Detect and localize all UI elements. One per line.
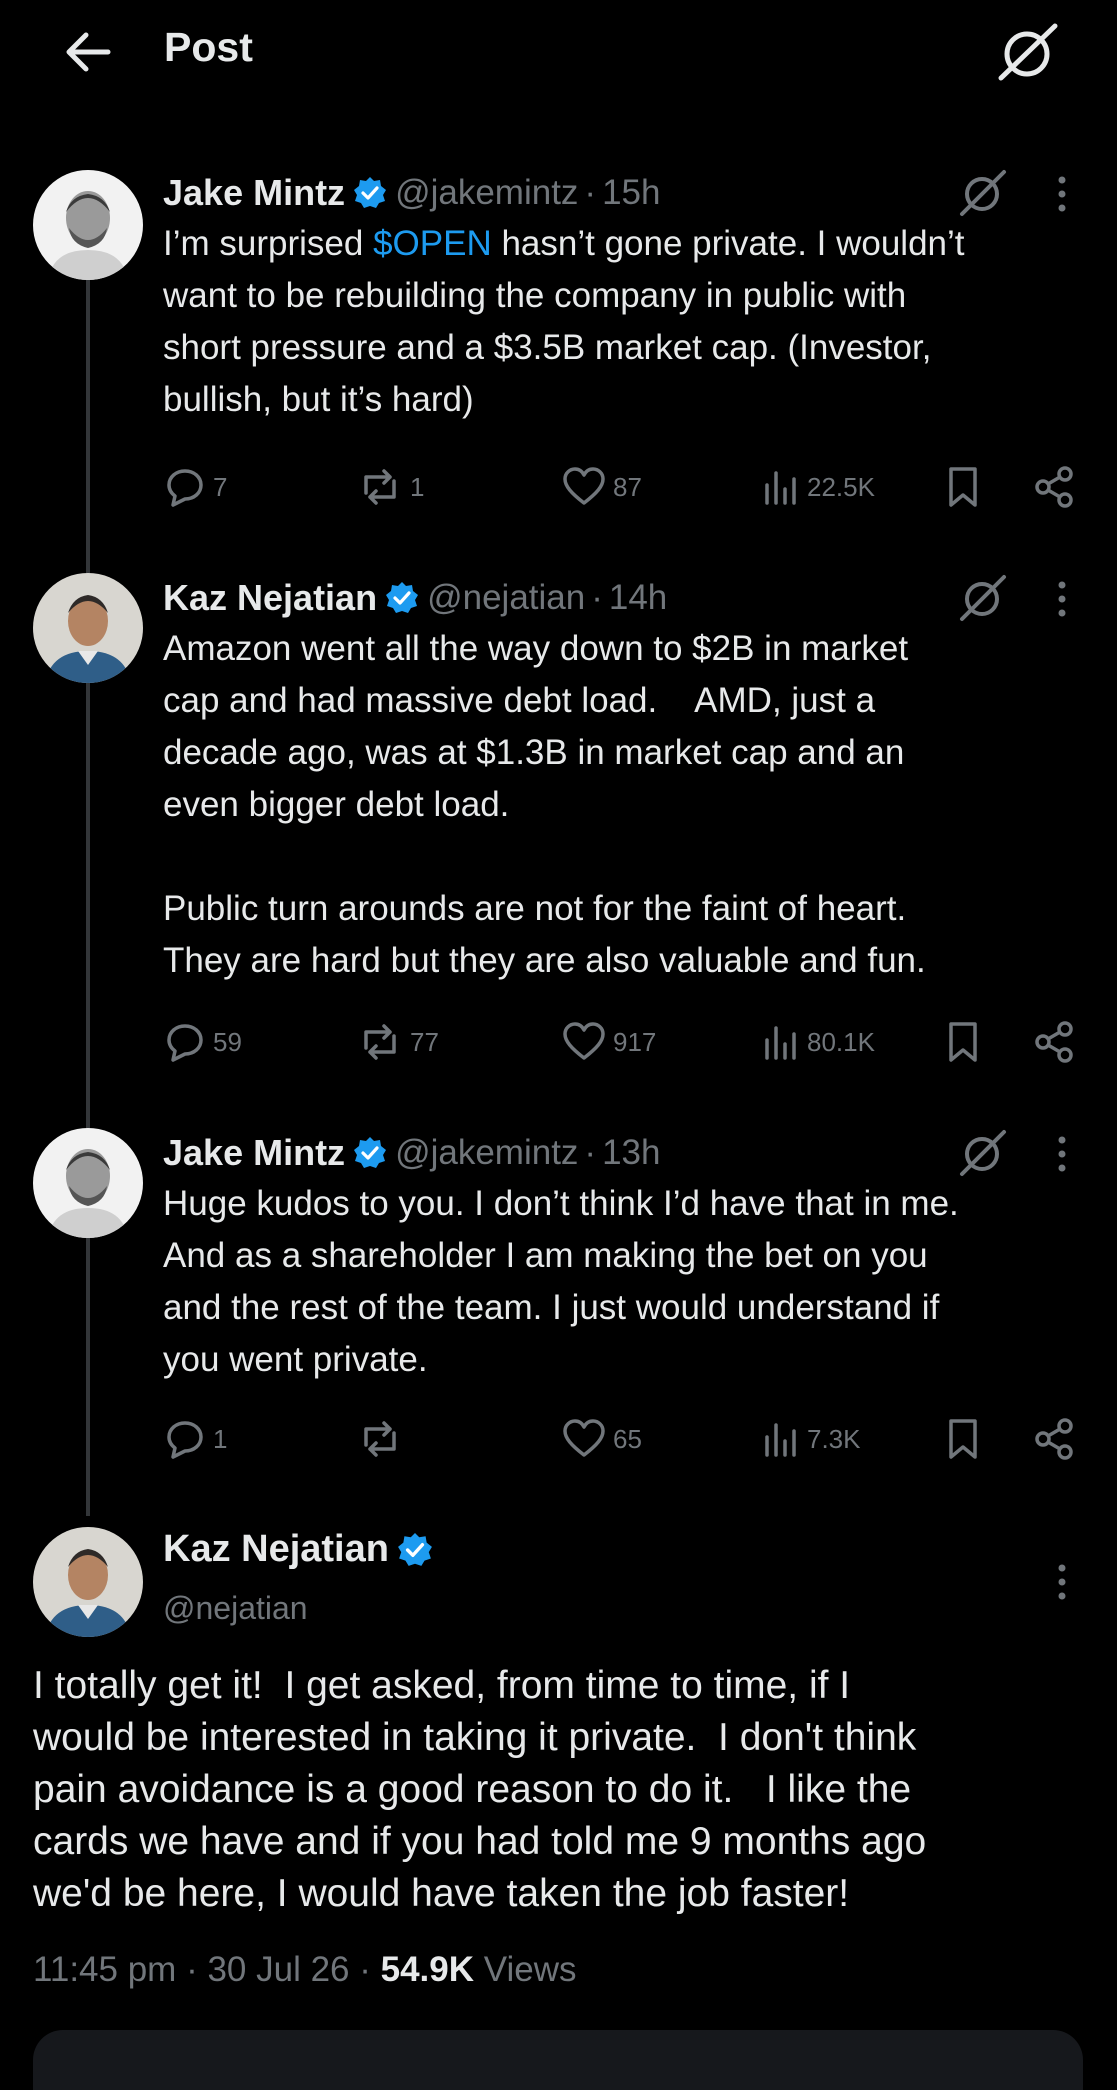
views-count: 80.1K — [807, 1026, 875, 1057]
repost-icon — [364, 469, 396, 505]
heart-icon — [563, 1022, 605, 1060]
reply-count: 59 — [213, 1026, 242, 1057]
views-count: 54.9K — [380, 1950, 475, 1989]
cashtag-link[interactable]: $OPEN — [373, 224, 492, 263]
post-actions: 59 77 917 80.1K — [163, 1017, 1083, 1067]
repost-icon — [364, 1421, 396, 1457]
author-handle[interactable]: @nejatian — [427, 578, 585, 618]
grok-icon[interactable] — [958, 573, 1008, 623]
share-icon — [1035, 466, 1073, 508]
share-button[interactable] — [1033, 462, 1077, 512]
avatar[interactable] — [33, 1527, 143, 1637]
bookmark-button[interactable] — [943, 1017, 983, 1067]
author-name[interactable]: Jake Mintz — [163, 172, 345, 214]
more-options-icon[interactable] — [1050, 1560, 1074, 1604]
views-button[interactable]: 7.3K — [761, 1414, 861, 1464]
like-button[interactable]: 65 — [561, 1414, 642, 1464]
post-actions: 1 65 7.3K — [163, 1414, 1083, 1464]
heart-icon — [563, 467, 605, 505]
repost-button[interactable]: 77 — [356, 1017, 439, 1067]
post-time[interactable]: 15h — [602, 173, 660, 213]
like-count: 917 — [613, 1026, 657, 1057]
share-button[interactable] — [1033, 1414, 1077, 1464]
bookmark-icon — [949, 1419, 977, 1459]
post-time: 11:45 pm — [33, 1950, 177, 1989]
verified-badge-icon — [398, 1532, 432, 1566]
views-count: 7.3K — [807, 1423, 861, 1454]
views-label: Views — [483, 1950, 577, 1989]
reply-button[interactable]: 1 — [163, 1414, 227, 1464]
views-icon — [765, 1423, 796, 1457]
grok-icon[interactable] — [958, 168, 1008, 218]
reply-post[interactable]: Jake Mintz @jakemintz · 15h I’m surprise… — [0, 168, 1117, 518]
reply-icon — [167, 1421, 203, 1459]
post-meta: 11:45 pm · 30 Jul 26 · 54.9K Views — [33, 1950, 577, 1989]
bookmark-button[interactable] — [943, 462, 983, 512]
post-text: Huge kudos to you. I don’t think I’d hav… — [163, 1184, 959, 1379]
like-button[interactable]: 917 — [561, 1017, 656, 1067]
author-handle[interactable]: @nejatian — [163, 1590, 308, 1627]
reply-composer-bar[interactable] — [33, 2030, 1083, 2090]
grok-icon[interactable] — [958, 1128, 1008, 1178]
top-bar: Post — [0, 0, 1117, 110]
reply-post[interactable]: Kaz Nejatian @nejatian · 14h Amazon went… — [0, 573, 1117, 1073]
page-title: Post — [164, 24, 253, 70]
reply-post[interactable]: Jake Mintz @jakemintz · 13h Huge kudos t… — [0, 1128, 1117, 1468]
post-actions: 7 1 87 22.5K — [163, 462, 1083, 512]
views-icon — [765, 1026, 796, 1060]
reply-count: 7 — [213, 471, 228, 502]
author-name[interactable]: Kaz Nejatian — [163, 577, 377, 619]
like-button[interactable]: 87 — [561, 462, 642, 512]
share-button[interactable] — [1033, 1017, 1077, 1067]
post-time[interactable]: 14h — [609, 578, 667, 618]
separator-dot: · — [584, 1133, 597, 1172]
repost-button[interactable]: 1 — [356, 462, 424, 512]
author-name[interactable]: Jake Mintz — [163, 1132, 345, 1174]
verified-badge-icon — [354, 177, 387, 208]
arrow-left-icon[interactable] — [58, 22, 118, 82]
separator-dot: · — [584, 173, 597, 212]
repost-button[interactable] — [356, 1414, 410, 1464]
heart-icon — [563, 1419, 605, 1457]
views-button[interactable]: 22.5K — [761, 462, 875, 512]
reply-button[interactable]: 59 — [163, 1017, 242, 1067]
like-count: 65 — [613, 1423, 642, 1454]
bookmark-icon — [949, 467, 977, 507]
reply-button[interactable]: 7 — [163, 462, 227, 512]
views-count: 22.5K — [807, 471, 875, 502]
views-button[interactable]: 80.1K — [761, 1017, 875, 1067]
post-text: I totally get it! I get asked, from time… — [33, 1664, 927, 1915]
share-icon — [1035, 1418, 1073, 1460]
author-handle[interactable]: @jakemintz — [395, 173, 578, 213]
author-name[interactable]: Kaz Nejatian — [163, 1528, 389, 1571]
share-icon — [1035, 1021, 1073, 1063]
author-handle[interactable]: @jakemintz — [395, 1133, 578, 1173]
more-options-icon[interactable] — [1050, 577, 1074, 621]
reply-count: 1 — [213, 1423, 228, 1454]
post-text: I’m surprised $OPEN hasn’t gone private.… — [163, 224, 965, 419]
verified-badge-icon — [354, 1137, 387, 1168]
views-icon — [765, 471, 796, 505]
more-options-icon[interactable] — [1050, 1132, 1074, 1176]
reply-icon — [167, 1024, 203, 1062]
bookmark-icon — [949, 1022, 977, 1062]
separator-dot: · — [591, 578, 603, 617]
repost-count: 77 — [410, 1026, 439, 1057]
grok-icon[interactable] — [995, 20, 1061, 86]
post-date: 30 Jul 26 — [207, 1950, 350, 1989]
post-text: Amazon went all the way down to $2B in m… — [163, 629, 926, 980]
bookmark-button[interactable] — [943, 1414, 983, 1464]
repost-icon — [364, 1024, 396, 1060]
like-count: 87 — [613, 471, 642, 502]
repost-count: 1 — [410, 471, 425, 502]
reply-icon — [167, 469, 203, 507]
more-options-icon[interactable] — [1050, 172, 1074, 216]
post-time[interactable]: 13h — [602, 1133, 660, 1173]
verified-badge-icon — [386, 582, 419, 613]
